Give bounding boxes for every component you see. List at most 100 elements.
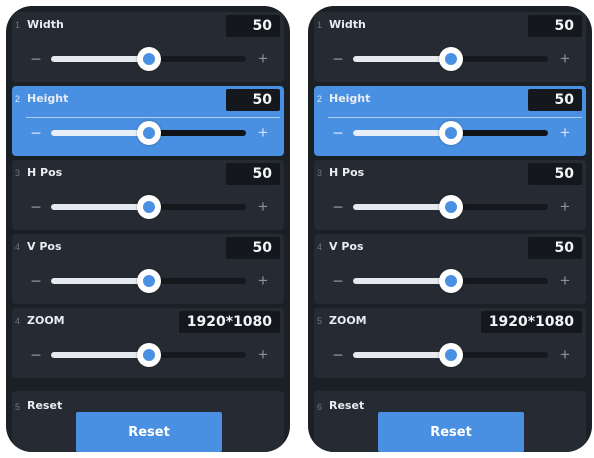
plus-icon[interactable]: + <box>558 49 572 69</box>
setting-index: 3 <box>15 168 21 178</box>
setting-value: 50 <box>226 15 280 37</box>
slider-track[interactable] <box>353 195 548 219</box>
setting-value: 50 <box>226 237 280 259</box>
slider-track[interactable] <box>51 195 246 219</box>
plus-icon[interactable]: + <box>558 271 572 291</box>
setting-index: 2 <box>317 94 323 104</box>
right-setting-row-height[interactable]: 2 Height 50 − + <box>314 86 586 156</box>
slider-thumb[interactable] <box>136 121 161 145</box>
setting-index: 4 <box>317 242 323 252</box>
setting-label: Reset <box>27 399 63 412</box>
setting-value: 50 <box>528 89 582 111</box>
slider-track[interactable] <box>353 343 548 367</box>
setting-index: 5 <box>317 316 323 326</box>
setting-header: 3 H Pos 50 <box>12 160 284 190</box>
setting-header: 4 ZOOM 1920*1080 <box>12 308 284 338</box>
plus-icon[interactable]: + <box>558 345 572 365</box>
divider <box>26 117 280 118</box>
plus-icon[interactable]: + <box>256 123 270 143</box>
left-phone-panel: 1 Width 50 − +2 Height 50 − +3 H Pos 50 − +4 V Pos 50 −… <box>6 6 290 452</box>
slider-thumb[interactable] <box>438 195 463 219</box>
slider-thumb[interactable] <box>438 343 463 367</box>
setting-value: 1920*1080 <box>178 311 280 333</box>
setting-header: 4 V Pos 50 <box>314 234 586 264</box>
slider-thumb[interactable] <box>438 47 463 71</box>
right-setting-row-h-pos[interactable]: 3 H Pos 50 − + <box>314 160 586 230</box>
slider-thumb[interactable] <box>136 343 161 367</box>
slider-fill <box>51 352 149 358</box>
right-setting-row-v-pos[interactable]: 4 V Pos 50 − + <box>314 234 586 304</box>
setting-value: 50 <box>226 89 280 111</box>
slider-fill <box>51 204 149 210</box>
setting-label: Reset <box>329 399 365 412</box>
left-setting-row-v-pos[interactable]: 4 V Pos 50 − + <box>12 234 284 304</box>
plus-icon[interactable]: + <box>558 123 572 143</box>
left-setting-row-height[interactable]: 2 Height 50 − + <box>12 86 284 156</box>
slider-fill <box>51 56 149 62</box>
setting-label: V Pos <box>329 240 364 253</box>
slider-fill <box>353 204 451 210</box>
slider-fill <box>51 130 149 136</box>
plus-icon[interactable]: + <box>256 197 270 217</box>
setting-label: V Pos <box>27 240 62 253</box>
plus-icon[interactable]: + <box>256 271 270 291</box>
plus-icon[interactable]: + <box>256 49 270 69</box>
slider-thumb[interactable] <box>438 269 463 293</box>
slider-fill <box>353 278 451 284</box>
minus-icon[interactable]: − <box>29 49 43 69</box>
reset-button[interactable]: Reset <box>378 412 524 452</box>
setting-value: 50 <box>528 15 582 37</box>
left-setting-row-width[interactable]: 1 Width 50 − + <box>12 12 284 82</box>
screenshot-stage: 1 Width 50 − +2 Height 50 − +3 H Pos 50 − +4 V Pos 50 −… <box>0 0 594 458</box>
slider-thumb[interactable] <box>136 195 161 219</box>
minus-icon[interactable]: − <box>29 345 43 365</box>
slider-fill <box>353 130 451 136</box>
slider-thumb[interactable] <box>136 269 161 293</box>
minus-icon[interactable]: − <box>29 123 43 143</box>
slider-track[interactable] <box>51 343 246 367</box>
setting-header: 1 Width 50 <box>12 12 284 42</box>
setting-value: 50 <box>226 163 280 185</box>
right-reset-row: 6 Reset Reset <box>314 391 586 452</box>
minus-icon[interactable]: − <box>331 271 345 291</box>
setting-header: 2 Height 50 <box>314 86 586 116</box>
left-setting-row-h-pos[interactable]: 3 H Pos 50 − + <box>12 160 284 230</box>
minus-icon[interactable]: − <box>331 123 345 143</box>
left-setting-row-zoom[interactable]: 4 ZOOM 1920*1080 − + <box>12 308 284 378</box>
setting-index: 2 <box>15 94 21 104</box>
setting-header: 1 Width 50 <box>314 12 586 42</box>
minus-icon[interactable]: − <box>29 197 43 217</box>
slider-thumb[interactable] <box>136 47 161 71</box>
setting-value: 1920*1080 <box>480 311 582 333</box>
setting-value: 50 <box>528 237 582 259</box>
minus-icon[interactable]: − <box>331 197 345 217</box>
setting-index: 3 <box>317 168 323 178</box>
setting-label: H Pos <box>329 166 365 179</box>
divider <box>328 117 582 118</box>
setting-label: H Pos <box>27 166 63 179</box>
right-setting-row-zoom[interactable]: 5 ZOOM 1920*1080 − + <box>314 308 586 378</box>
plus-icon[interactable]: + <box>256 345 270 365</box>
slider-track[interactable] <box>51 121 246 145</box>
slider-track[interactable] <box>51 47 246 71</box>
slider-track[interactable] <box>353 269 548 293</box>
slider-fill <box>51 278 149 284</box>
minus-icon[interactable]: − <box>29 271 43 291</box>
setting-value: 50 <box>528 163 582 185</box>
setting-index: 4 <box>15 242 21 252</box>
reset-button[interactable]: Reset <box>76 412 222 452</box>
slider-fill <box>353 352 451 358</box>
right-setting-row-width[interactable]: 1 Width 50 − + <box>314 12 586 82</box>
minus-icon[interactable]: − <box>331 345 345 365</box>
slider-thumb[interactable] <box>438 121 463 145</box>
minus-icon[interactable]: − <box>331 49 345 69</box>
slider-track[interactable] <box>51 269 246 293</box>
right-phone-panel: 1 Width 50 − +2 Height 50 − +3 H Pos 50 − +4 V Pos 50 −… <box>308 6 592 452</box>
slider-track[interactable] <box>353 47 548 71</box>
setting-label: Width <box>329 18 366 31</box>
plus-icon[interactable]: + <box>558 197 572 217</box>
slider-track[interactable] <box>353 121 548 145</box>
setting-header: 2 Height 50 <box>12 86 284 116</box>
slider-fill <box>353 56 451 62</box>
setting-label: ZOOM <box>329 314 367 327</box>
